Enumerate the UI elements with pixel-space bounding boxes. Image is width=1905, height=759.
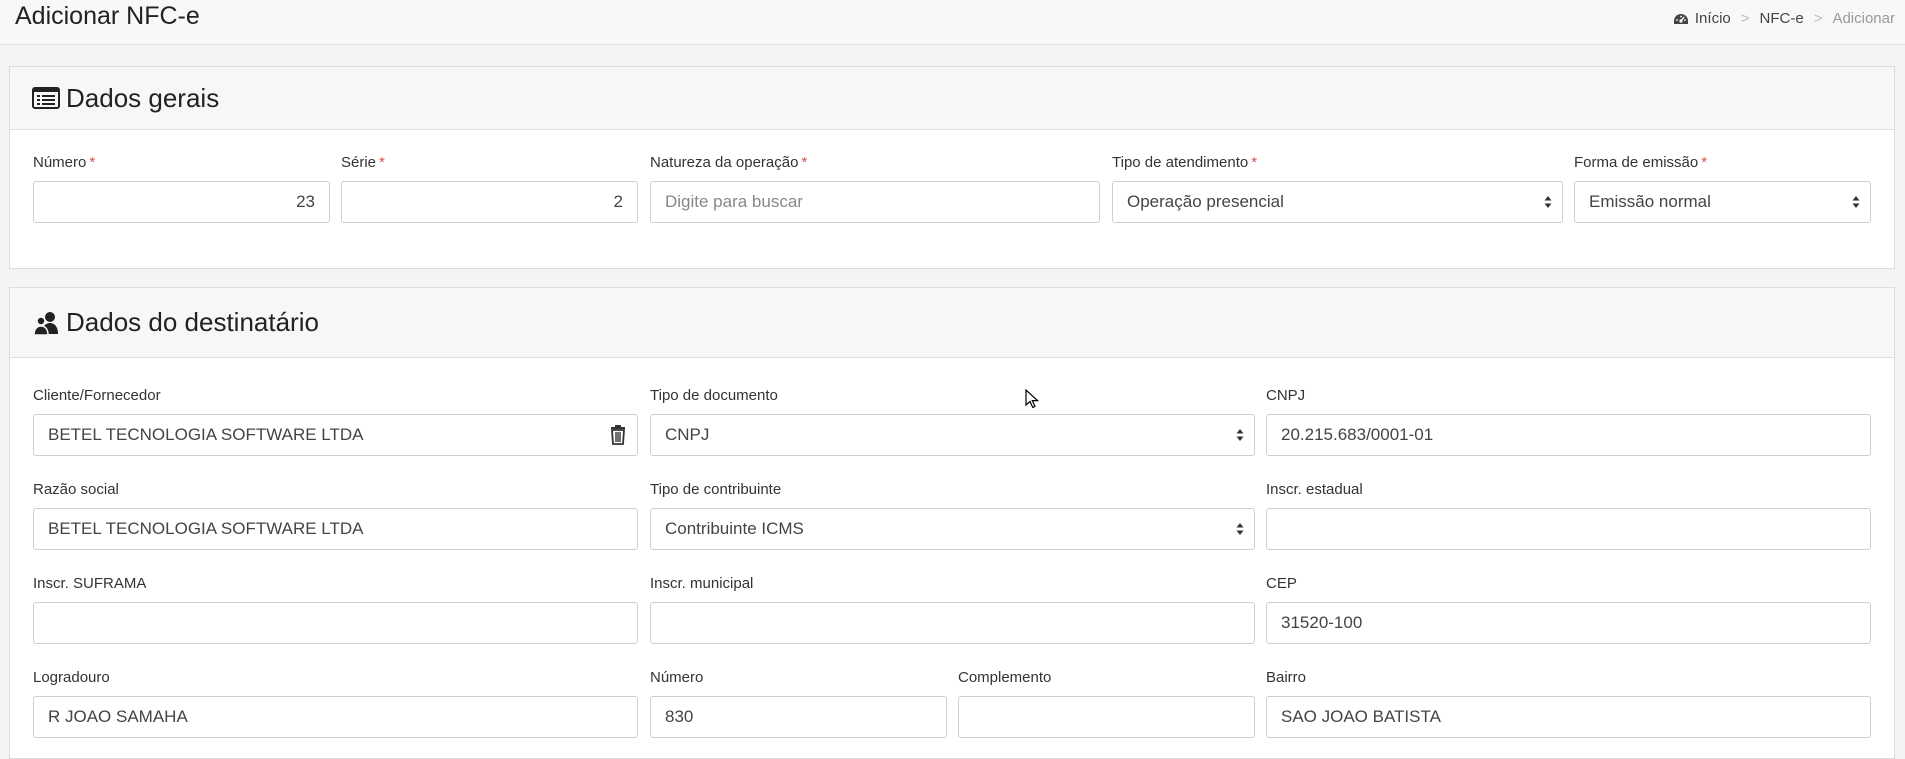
tipo-atendimento-select[interactable]: Operação presencial [1112,181,1563,223]
select-arrows-icon [1544,196,1552,208]
destinatario-card: Dados do destinatário Cliente/Fornecedor… [9,287,1895,759]
breadcrumb-separator: > [1740,10,1750,27]
required-mark: * [1701,154,1708,171]
top-bar: Adicionar NFC-e Início > NFC-e > Adicion… [0,0,1905,45]
complemento-input[interactable] [958,696,1255,738]
cep-field: CEP 31520-100 [1266,574,1871,644]
numero-endereco-input[interactable]: 830 [650,696,947,738]
serie-field: Série * 2 [341,153,638,223]
numero-endereco-field: Número 830 [650,668,947,738]
breadcrumb-separator: > [1813,10,1823,27]
tipo-contribuinte-select[interactable]: Contribuinte ICMS [650,508,1255,550]
users-icon [33,311,58,336]
mouse-cursor-icon [1025,389,1039,409]
inscr-municipal-field: Inscr. municipal [650,574,1255,644]
destinatario-title: Dados do destinatário [66,307,319,337]
inscr-suframa-field: Inscr. SUFRAMA [33,574,638,644]
bairro-field: Bairro SAO JOAO BATISTA [1266,668,1871,738]
inscr-estadual-field: Inscr. estadual [1266,480,1871,550]
list-icon [32,87,60,109]
select-arrows-icon [1236,523,1244,535]
breadcrumb-home-link[interactable]: Início [1695,10,1731,27]
tipo-documento-field: Tipo de documento CNPJ [650,386,1255,456]
destinatario-header: Dados do destinatário [10,288,1894,358]
inscr-municipal-input[interactable] [650,602,1255,644]
tipo-atendimento-field: Tipo de atendimento * Operação presencial [1112,153,1563,223]
razao-social-input[interactable]: BETEL TECNOLOGIA SOFTWARE LTDA [33,508,638,550]
forma-emissao-select[interactable]: Emissão normal [1574,181,1871,223]
select-arrows-icon [1852,196,1860,208]
numero-field: Número * 23 [33,153,330,223]
logradouro-input[interactable]: R JOAO SAMAHA [33,696,638,738]
cnpj-input[interactable]: 20.215.683/0001-01 [1266,414,1871,456]
cliente-input[interactable]: BETEL TECNOLOGIA SOFTWARE LTDA [33,414,638,456]
numero-input[interactable]: 23 [33,181,330,223]
forma-emissao-field: Forma de emissão * Emissão normal [1574,153,1871,223]
dashboard-icon [1673,13,1688,24]
complemento-field: Complemento [958,668,1255,738]
required-mark: * [379,154,385,171]
natureza-search-input[interactable]: Digite para buscar [650,181,1100,223]
inscr-suframa-input[interactable] [33,602,638,644]
dados-gerais-card: Dados gerais Número * 23 Série * 2 Naturez… [9,66,1895,269]
tipo-documento-select[interactable]: CNPJ [650,414,1255,456]
cnpj-field: CNPJ 20.215.683/0001-01 [1266,386,1871,456]
breadcrumb-current: Adicionar [1832,10,1895,27]
serie-input[interactable]: 2 [341,181,638,223]
cliente-field: Cliente/Fornecedor BETEL TECNOLOGIA SOFT… [33,386,638,456]
required-mark: * [89,154,96,171]
natureza-field: Natureza da operação * Digite para buscar [650,153,1100,223]
razao-social-field: Razão social BETEL TECNOLOGIA SOFTWARE L… [33,480,638,550]
bairro-input[interactable]: SAO JOAO BATISTA [1266,696,1871,738]
required-mark: * [1251,154,1258,171]
dados-gerais-title: Dados gerais [66,82,220,113]
logradouro-field: Logradouro R JOAO SAMAHA [33,668,638,738]
required-mark: * [801,154,808,171]
trash-icon[interactable] [609,425,627,445]
inscr-estadual-input[interactable] [1266,508,1871,550]
dados-gerais-header: Dados gerais [10,67,1894,130]
breadcrumb: Início > NFC-e > Adicionar [1673,10,1895,27]
breadcrumb-nfce-link[interactable]: NFC-e [1760,10,1804,27]
select-arrows-icon [1236,429,1244,441]
page-title: Adicionar NFC-e [15,2,200,30]
cep-input[interactable]: 31520-100 [1266,602,1871,644]
tipo-contribuinte-field: Tipo de contribuinte Contribuinte ICMS [650,480,1255,550]
